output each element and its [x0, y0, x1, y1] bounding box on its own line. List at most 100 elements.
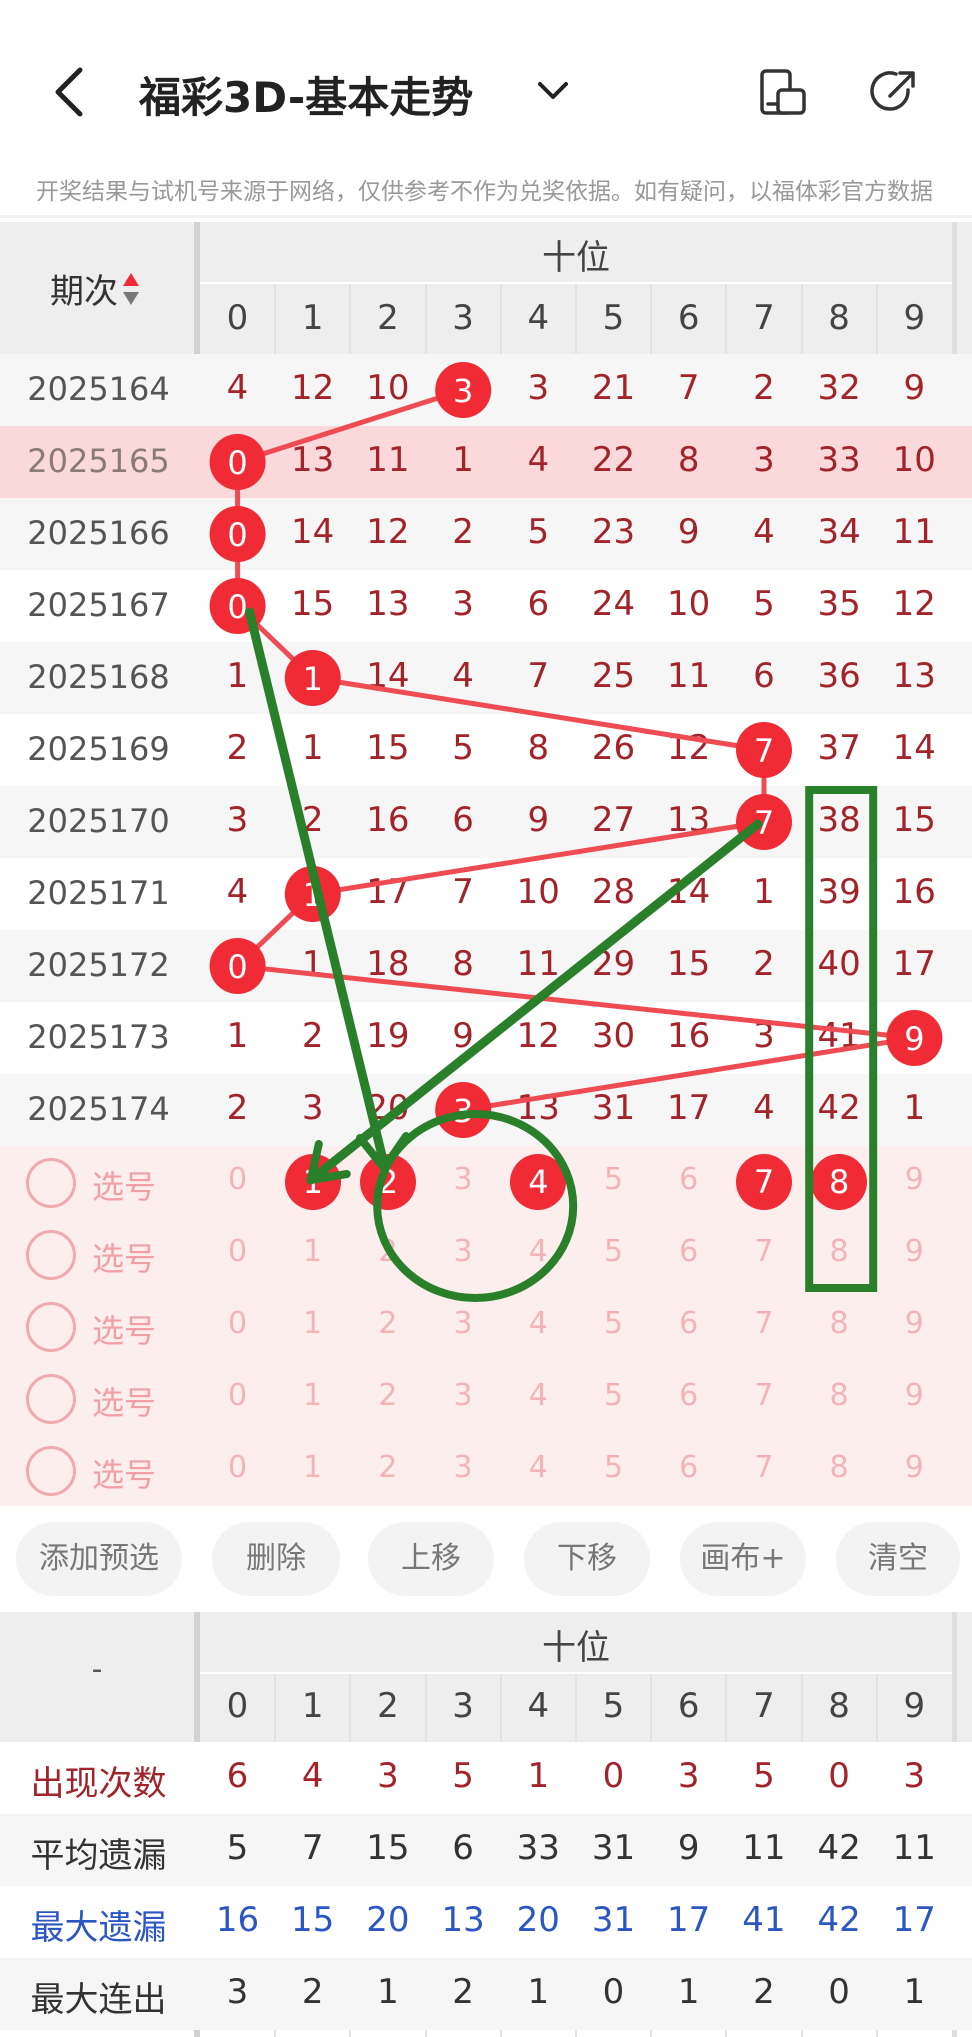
share-icon[interactable]	[868, 66, 920, 118]
action-button-2[interactable]: 上移	[368, 1522, 494, 1596]
stats-digit-header-4: 4	[527, 1686, 550, 1726]
select-digit-3[interactable]: 3	[426, 1306, 501, 1341]
select-digit-6[interactable]: 6	[651, 1378, 726, 1413]
omission-cell: 3	[753, 1016, 775, 1056]
select-digit-1[interactable]: 1	[275, 1378, 350, 1413]
stats-cell: 20	[516, 1900, 560, 1940]
select-digit-0[interactable]: 0	[200, 1378, 275, 1413]
selected-ball-4[interactable]: 4	[510, 1154, 567, 1210]
select-digit-9[interactable]: 9	[877, 1378, 952, 1413]
select-radio[interactable]	[26, 1302, 76, 1352]
select-digit-2[interactable]: 2	[350, 1306, 425, 1341]
action-button-3[interactable]: 下移	[524, 1522, 650, 1596]
table-row[interactable]: 2025174 2 3 20 13 31 17 4 42 1	[0, 1074, 972, 1146]
period-label: 2025164	[27, 370, 170, 408]
period-label: 2025172	[27, 946, 170, 984]
stats-cell: 3	[677, 1756, 700, 1796]
select-digit-3[interactable]: 3	[426, 1450, 501, 1485]
select-digit-0[interactable]: 0	[200, 1234, 275, 1269]
table-row[interactable]: 2025170 3 2 16 6 9 27 13 38 15	[0, 786, 972, 858]
select-digit-3[interactable]: 3	[426, 1378, 501, 1413]
table-row[interactable]: 2025171 4 17 7 10 28 14 1 39 16	[0, 858, 972, 930]
select-digit-7[interactable]: 7	[726, 1378, 801, 1413]
select-digit-5[interactable]: 5	[576, 1306, 651, 1341]
select-digit-9[interactable]: 9	[877, 1450, 952, 1485]
select-radio[interactable]	[26, 1374, 76, 1424]
action-button-4[interactable]: 画布+	[680, 1522, 806, 1596]
select-row[interactable]: 选号 0 1 2 3 4 5 6 7 8 9	[0, 1362, 972, 1434]
select-row[interactable]: 选号 0 1 2 3 4 5 6 7 8 9	[0, 1218, 972, 1290]
select-digit-7[interactable]: 7	[726, 1450, 801, 1485]
digit-header-6: 6	[677, 298, 700, 338]
select-digit-2[interactable]: 2	[350, 1378, 425, 1413]
selected-ball-1[interactable]: 1	[284, 1154, 341, 1210]
select-digit-5[interactable]: 5	[576, 1234, 651, 1269]
select-digit-1[interactable]: 1	[275, 1450, 350, 1485]
select-digit-6[interactable]: 6	[651, 1450, 726, 1485]
page-title[interactable]: 福彩3D-基本走势	[139, 64, 473, 125]
selected-ball-2[interactable]: 2	[360, 1154, 416, 1210]
selected-ball-7[interactable]: 7	[736, 1154, 792, 1210]
select-digit-6[interactable]: 6	[651, 1234, 726, 1269]
stats-cell: 42	[817, 1900, 861, 1940]
omission-cell: 5	[452, 728, 474, 768]
omission-cell: 9	[527, 800, 550, 840]
select-digit-2[interactable]: 2	[350, 1234, 425, 1269]
table-row[interactable]: 2025169 2 1 15 5 8 26 12 37 14	[0, 714, 972, 786]
omission-cell: 7	[527, 656, 550, 696]
omission-cell: 1	[452, 440, 474, 480]
action-button-0[interactable]: 添加预选	[16, 1522, 182, 1596]
chevron-down-icon[interactable]	[536, 76, 570, 106]
select-radio[interactable]	[26, 1158, 76, 1208]
select-digit-6[interactable]: 6	[651, 1306, 726, 1341]
select-digit-8[interactable]: 8	[802, 1450, 877, 1485]
select-digit-0[interactable]: 0	[200, 1162, 275, 1197]
select-row[interactable]: 选号 0 1 2 3 4 5 6 7 8 9	[0, 1434, 972, 1506]
table-row[interactable]: 2025167 15 13 3 6 24 10 5 35 12	[0, 570, 972, 642]
select-digit-4[interactable]: 4	[501, 1306, 576, 1341]
omission-cell: 24	[591, 584, 636, 624]
select-digit-9[interactable]: 9	[877, 1306, 952, 1341]
select-digit-7[interactable]: 7	[726, 1234, 801, 1269]
period-header[interactable]: 期次	[0, 264, 190, 316]
select-row[interactable]: 选号 0 1 2 3 4 5 6 7 8 9	[0, 1290, 972, 1362]
select-digit-0[interactable]: 0	[200, 1450, 275, 1485]
select-digit-8[interactable]: 8	[802, 1306, 877, 1341]
select-digit-8[interactable]: 8	[802, 1378, 877, 1413]
select-digit-4[interactable]: 4	[501, 1450, 576, 1485]
layout-icon[interactable]	[758, 68, 808, 118]
table-row[interactable]: 2025166 14 12 2 5 23 9 4 34 11	[0, 498, 972, 570]
select-digit-8[interactable]: 8	[802, 1234, 877, 1269]
select-digit-5[interactable]: 5	[576, 1378, 651, 1413]
select-radio[interactable]	[26, 1230, 76, 1280]
sort-icon[interactable]	[122, 271, 140, 316]
table-row[interactable]: 2025172 1 18 8 11 29 15 2 40 17	[0, 930, 972, 1002]
select-digit-9[interactable]: 9	[877, 1234, 952, 1269]
action-button-5[interactable]: 清空	[836, 1522, 960, 1596]
select-digit-1[interactable]: 1	[275, 1234, 350, 1269]
table-row[interactable]: 2025165 13 11 1 4 22 8 3 33 10	[0, 426, 972, 498]
omission-cell: 12	[516, 1016, 560, 1056]
select-digit-7[interactable]: 7	[726, 1306, 801, 1341]
omission-cell: 4	[226, 872, 249, 912]
select-digit-1[interactable]: 1	[275, 1306, 350, 1341]
select-digit-5[interactable]: 5	[576, 1162, 651, 1197]
table-row[interactable]: 2025173 1 2 19 9 12 30 16 3 41	[0, 1002, 972, 1074]
select-digit-4[interactable]: 4	[501, 1378, 576, 1413]
action-button-1[interactable]: 删除	[212, 1522, 340, 1596]
select-label: 选号	[92, 1456, 157, 1494]
select-row[interactable]: 选号 0 1 2 3 4 5 6 7 8 9	[0, 1146, 972, 1218]
select-digit-3[interactable]: 3	[426, 1234, 501, 1269]
select-digit-0[interactable]: 0	[200, 1306, 275, 1341]
table-row[interactable]: 2025168 1 14 4 7 25 11 6 36 13	[0, 642, 972, 714]
select-digit-4[interactable]: 4	[501, 1234, 576, 1269]
select-digit-2[interactable]: 2	[350, 1450, 425, 1485]
select-digit-6[interactable]: 6	[651, 1162, 726, 1197]
select-digit-5[interactable]: 5	[576, 1450, 651, 1485]
select-radio[interactable]	[26, 1446, 76, 1496]
table-row[interactable]: 2025164 4 12 10 3 21 7 2 32 9	[0, 354, 972, 426]
selected-ball-8[interactable]: 8	[811, 1154, 868, 1210]
select-digit-3[interactable]: 3	[426, 1162, 501, 1197]
chevron-left-icon[interactable]	[50, 64, 90, 120]
select-digit-9[interactable]: 9	[877, 1162, 952, 1197]
